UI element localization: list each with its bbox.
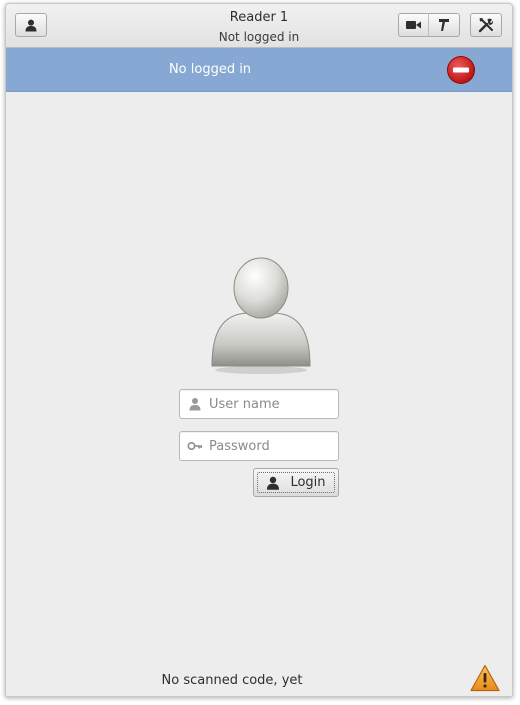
tools-button[interactable] [470,13,502,37]
login-status-bar: No logged in [6,48,512,92]
tools-icon [478,18,494,33]
user-icon [267,476,280,490]
scanner-button[interactable] [429,13,460,37]
warning-icon [470,664,500,692]
user-icon [189,398,201,411]
key-icon [187,441,202,451]
login-button[interactable]: Login [253,468,339,497]
video-camera-icon [406,21,421,29]
password-field[interactable] [179,431,339,461]
header-bar: Reader 1 Not logged in [6,4,512,48]
barcode-scanner-icon [439,19,449,31]
login-button-label: Login [290,475,326,490]
camera-button[interactable] [398,13,429,37]
username-field[interactable] [179,389,339,419]
username-input[interactable] [209,394,333,414]
scan-status-text: No scanned code, yet [161,673,303,688]
stop-icon[interactable] [446,55,476,85]
avatar-icon [211,257,311,374]
password-input[interactable] [209,436,333,456]
app-window: Reader 1 Not logged in No logged in User… [5,3,513,697]
device-button-group [398,13,460,37]
login-status-text: No logged in [168,62,252,77]
